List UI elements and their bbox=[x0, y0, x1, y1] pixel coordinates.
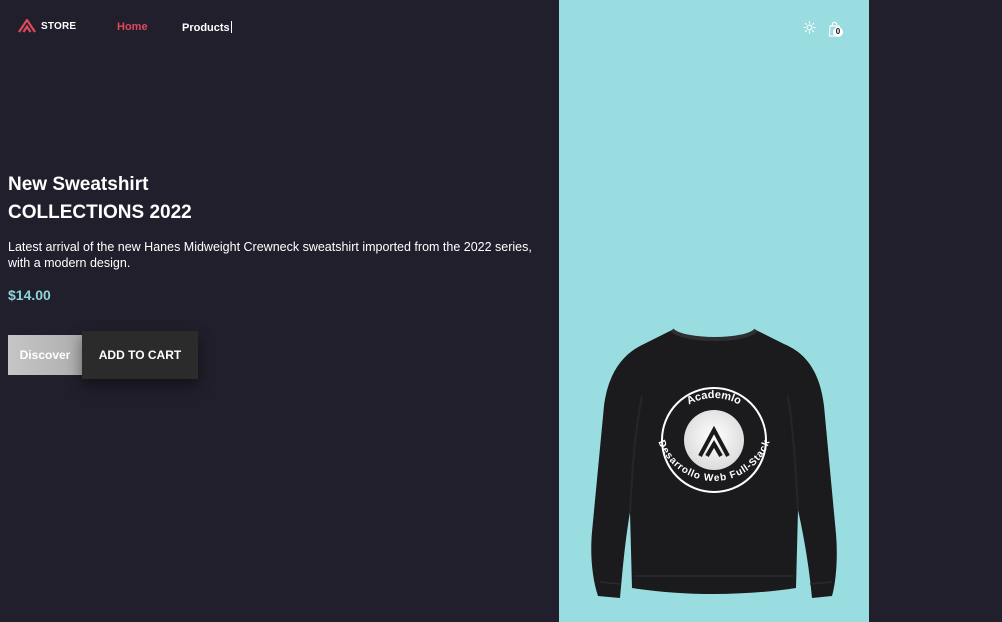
text-cursor bbox=[230, 21, 232, 33]
hero-title-line1: New Sweatshirt bbox=[8, 174, 149, 195]
discover-button[interactable]: Discover bbox=[8, 335, 82, 375]
cart-count-badge: 0 bbox=[833, 27, 843, 37]
hero-description: Latest arrival of the new Hanes Midweigh… bbox=[8, 240, 532, 270]
hero-title-line2: COLLECTIONS 2022 bbox=[8, 202, 192, 223]
logo-text: STORE bbox=[41, 20, 77, 32]
nav-products-link[interactable]: Products bbox=[182, 21, 232, 34]
nav-products-label: Products bbox=[182, 22, 230, 34]
hero-title: New Sweatshirt COLLECTIONS 2022 bbox=[8, 171, 192, 227]
store-logo[interactable]: STORE bbox=[18, 19, 76, 33]
add-to-cart-button[interactable]: ADD TO CART bbox=[82, 331, 198, 379]
sun-icon[interactable] bbox=[803, 21, 816, 34]
sweatshirt-image: Academlo Desarrollo Web Full-Stack bbox=[591, 328, 837, 598]
logo-a-icon bbox=[18, 19, 36, 33]
store-page: STORE Home Products 0 New Sweatshirt COL… bbox=[0, 0, 1002, 622]
nav-home-link[interactable]: Home bbox=[117, 21, 148, 33]
hero-price: $14.00 bbox=[8, 287, 51, 303]
